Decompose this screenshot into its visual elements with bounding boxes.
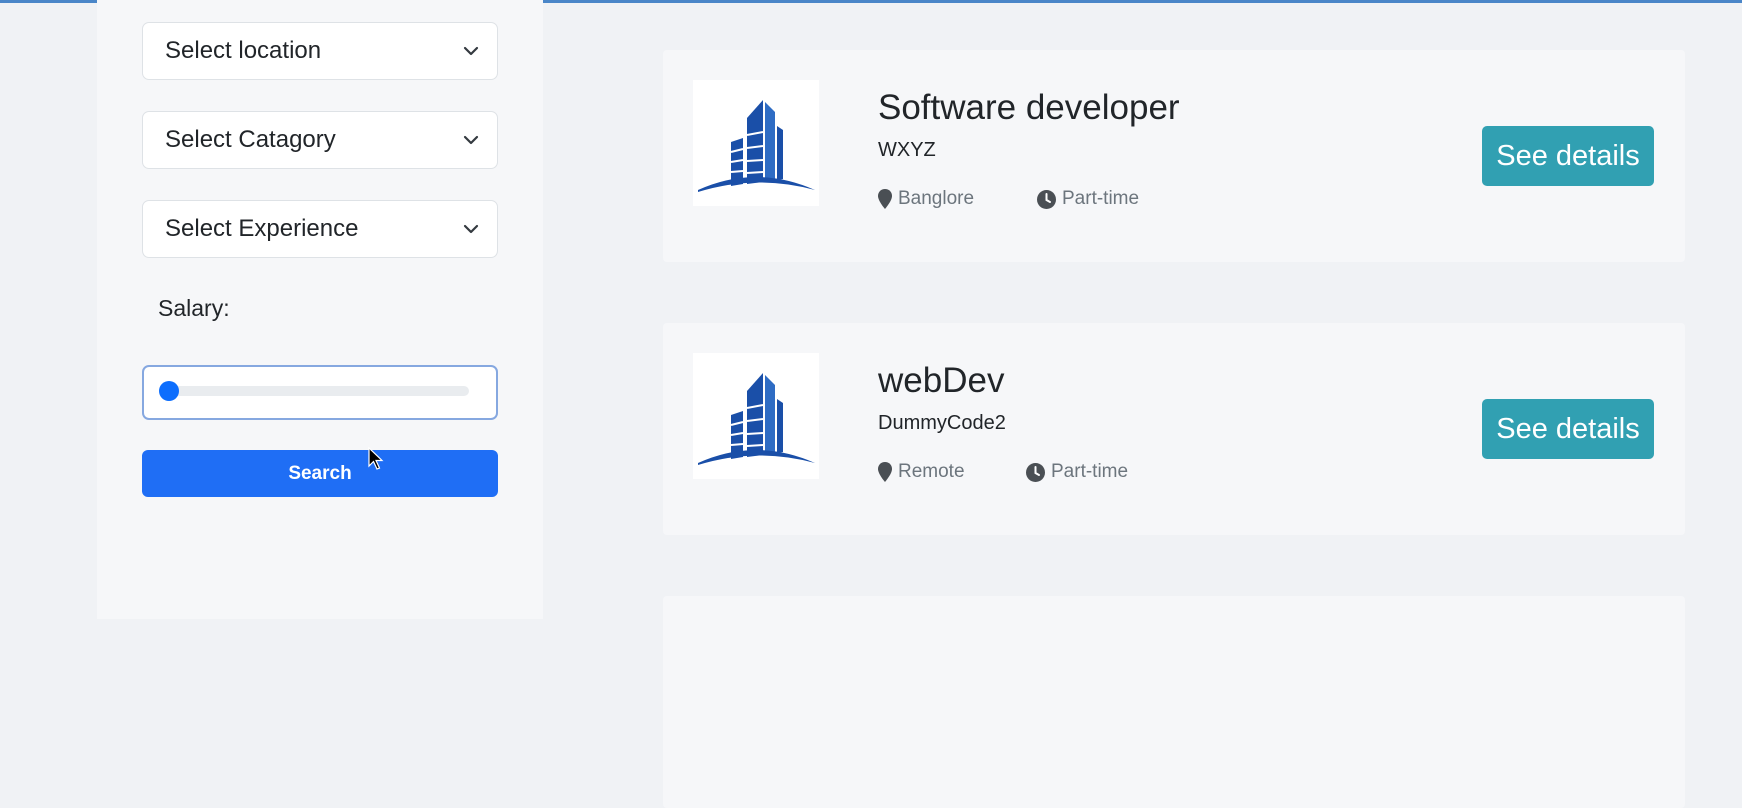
category-select-value: Select Catagory: [165, 126, 336, 153]
see-details-button[interactable]: See details: [1482, 399, 1654, 459]
salary-range-input[interactable]: [142, 365, 498, 420]
job-title[interactable]: Software developer: [878, 88, 1180, 128]
location-select[interactable]: Select location: [142, 22, 498, 80]
building-logo-icon: [693, 353, 819, 479]
salary-label: Salary:: [158, 295, 230, 321]
company-name: WXYZ: [878, 139, 936, 161]
see-details-button[interactable]: See details: [1482, 126, 1654, 186]
map-pin-icon: [878, 462, 892, 482]
job-location: Banglore: [878, 188, 974, 210]
chevron-down-icon: [463, 43, 479, 59]
map-pin-icon: [878, 189, 892, 209]
location-select-value: Select location: [165, 37, 322, 64]
chevron-down-icon: [463, 132, 479, 148]
company-name: DummyCode2: [878, 412, 1006, 434]
job-type-text: Part-time: [1062, 188, 1140, 209]
job-type: Part-time: [1026, 461, 1128, 483]
salary-range-track[interactable]: [169, 386, 469, 396]
job-card: [663, 596, 1685, 808]
mouse-cursor-icon: [368, 446, 384, 471]
experience-select-value: Select Experience: [165, 215, 359, 242]
category-select[interactable]: Select Catagory: [142, 111, 498, 169]
job-title[interactable]: webDev: [878, 361, 1004, 401]
experience-select[interactable]: Select Experience: [142, 200, 498, 258]
job-type-text: Part-time: [1051, 461, 1129, 482]
clock-icon: [1037, 189, 1056, 209]
job-type: Part-time: [1037, 188, 1139, 210]
job-card: Software developer WXYZ Banglore Part-ti…: [663, 50, 1685, 262]
building-logo-icon: [693, 80, 819, 206]
job-location-text: Banglore: [898, 188, 975, 209]
salary-range-thumb[interactable]: [159, 381, 179, 401]
job-card: webDev DummyCode2 Remote Part-time See d…: [663, 323, 1685, 535]
job-location-text: Remote: [898, 461, 965, 482]
chevron-down-icon: [463, 221, 479, 237]
job-location: Remote: [878, 461, 965, 483]
clock-icon: [1026, 462, 1045, 482]
search-button[interactable]: Search: [142, 450, 498, 497]
